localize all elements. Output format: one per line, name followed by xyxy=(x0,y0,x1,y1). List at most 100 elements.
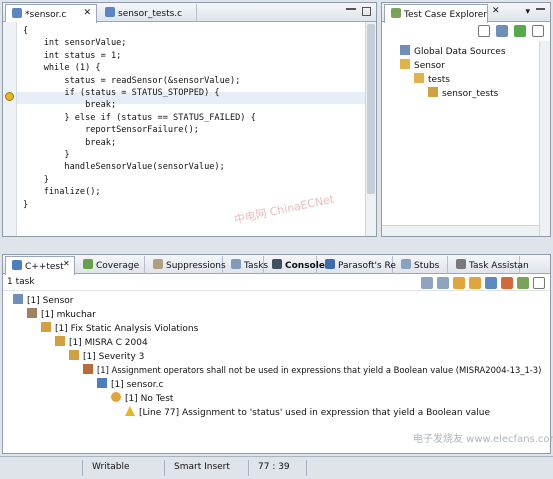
code-line[interactable]: status = readSensor(&sensorValue); xyxy=(23,75,240,87)
task-tree-label: [1] Sensor xyxy=(27,296,74,306)
code-line[interactable]: } xyxy=(23,174,49,186)
tab-sensor-tests-c[interactable]: sensor_tests.c xyxy=(99,4,197,22)
minimize-icon[interactable] xyxy=(536,7,545,10)
code-line[interactable]: reportSensorFailure(); xyxy=(23,124,199,136)
explorer-tree-label: tests xyxy=(428,75,450,85)
collapse-all-icon[interactable] xyxy=(478,25,490,37)
task-count: 1 task xyxy=(7,277,35,287)
task-tree-item[interactable]: [1] Assignment operators shall not be us… xyxy=(83,364,541,377)
divider xyxy=(306,460,307,476)
next-icon[interactable] xyxy=(421,277,433,289)
minimize-icon[interactable] xyxy=(346,7,356,10)
code-line[interactable]: { xyxy=(23,25,28,37)
explorer-tree-item[interactable]: sensor_tests xyxy=(428,87,498,100)
task-tree-item[interactable]: [Line 77] Assignment to 'status' used in… xyxy=(125,406,490,419)
previous-icon[interactable] xyxy=(437,277,449,289)
test-suite-icon xyxy=(428,87,438,97)
code-line[interactable]: break; xyxy=(23,99,116,111)
explorer-tree-label: Sensor xyxy=(414,61,445,71)
tab-task-assistan[interactable]: Task Assistan xyxy=(450,256,529,274)
tab-label: Task Assistan xyxy=(469,261,529,271)
editor-vertical-scrollbar[interactable] xyxy=(365,22,376,236)
tab-tasks[interactable]: Tasks xyxy=(225,256,268,274)
editor-gutter xyxy=(3,22,17,236)
explorer-tree-item[interactable]: tests xyxy=(414,73,450,86)
run-icon[interactable] xyxy=(514,25,526,37)
close-icon[interactable]: ✕ xyxy=(492,6,500,16)
task-tree-item[interactable]: [1] Sensor xyxy=(13,294,73,307)
code-line[interactable]: handleSensorValue(sensorValue); xyxy=(23,161,224,173)
bottom-tabbar: C++test Coverage Suppressions Tasks Console P… xyxy=(3,255,550,275)
code-line[interactable]: int status = 1; xyxy=(23,50,122,62)
folder-icon xyxy=(55,336,65,346)
refresh-icon[interactable] xyxy=(501,277,513,289)
console-icon xyxy=(272,259,282,269)
global-data-icon xyxy=(400,45,410,55)
folder-icon xyxy=(41,322,51,332)
explorer-vertical-scrollbar[interactable] xyxy=(539,41,550,236)
task-tree-item[interactable]: [1] sensor.c xyxy=(97,378,163,391)
code-line[interactable]: while (1) { xyxy=(23,62,101,74)
settings-icon[interactable] xyxy=(517,277,529,289)
view-menu-icon[interactable] xyxy=(533,277,545,289)
bottom-toolbar: 1 task xyxy=(3,274,550,291)
code-line[interactable]: } else if (status == STATUS_FAILED) { xyxy=(23,112,255,124)
user-icon xyxy=(27,308,37,318)
tab-label: *sensor.c xyxy=(25,10,67,20)
close-icon[interactable]: ✕ xyxy=(63,259,70,268)
tasks-icon xyxy=(231,259,241,269)
tab-test-case-explorer[interactable]: Test Case Explorer xyxy=(384,4,488,23)
code-line[interactable]: if (status = STATUS_STOPPED) { xyxy=(23,87,219,99)
tab-suppressions[interactable]: Suppressions xyxy=(147,256,226,274)
bottom-pane: C++test Coverage Suppressions Tasks Console P… xyxy=(2,254,553,454)
close-icon[interactable]: ✕ xyxy=(83,8,91,18)
folder-icon xyxy=(400,59,410,69)
explorer-tree-item[interactable]: Sensor xyxy=(400,59,445,72)
warning-marker-icon[interactable] xyxy=(5,92,14,101)
filter-icon[interactable] xyxy=(496,25,508,37)
code-line[interactable]: int sensorValue; xyxy=(23,37,127,49)
task-tree-label: [1] mkuchar xyxy=(41,310,96,320)
explorer-tree-label: Global Data Sources xyxy=(414,47,506,57)
task-tree-label: [1] MISRA C 2004 xyxy=(69,338,148,348)
explorer-tree-item[interactable]: Global Data Sources xyxy=(400,45,506,58)
filter-icon[interactable] xyxy=(485,277,497,289)
task-tree-item[interactable]: [1] No Test xyxy=(111,392,173,405)
tab-parasoft-s-re[interactable]: Parasoft's Re xyxy=(319,256,396,274)
task-tree-label: [1] Fix Static Analysis Violations xyxy=(55,324,199,334)
code-line[interactable]: break; xyxy=(23,137,116,149)
editor-tabbar: *sensor.c ✕ sensor_tests.c xyxy=(3,3,376,23)
tab-console[interactable]: Console xyxy=(266,256,325,274)
tab-stubs[interactable]: Stubs xyxy=(395,256,448,274)
task-tree-item[interactable]: [1] Severity 3 xyxy=(69,350,144,363)
status-bar: Writable Smart Insert 77 : 39 xyxy=(0,456,553,479)
watermark-bottom: 电子发烧友 www.elecfans.com xyxy=(413,434,553,445)
tab-label: Test Case Explorer xyxy=(404,10,487,20)
scroll-thumb[interactable] xyxy=(367,24,375,194)
task-tree-item[interactable]: [1] mkuchar xyxy=(27,308,96,321)
code-line[interactable]: finalize(); xyxy=(23,186,101,198)
explorer-toolbar xyxy=(382,22,550,40)
insert-mode-status: Smart Insert xyxy=(174,462,230,472)
no-test-icon xyxy=(111,392,121,402)
explorer-tree: Global Data Sources Sensor tests sensor_tes… xyxy=(382,41,539,225)
tab-coverage[interactable]: Coverage xyxy=(77,256,145,274)
c-file-icon xyxy=(12,8,22,18)
code-line[interactable]: } xyxy=(23,149,69,161)
rule-icon xyxy=(83,364,93,374)
task-tree-item[interactable]: [1] MISRA C 2004 xyxy=(55,336,148,349)
menu-icon[interactable]: ▾ xyxy=(525,7,530,17)
task-tree-item[interactable]: [1] Fix Static Analysis Violations xyxy=(41,322,198,335)
expand-icon[interactable] xyxy=(453,277,465,289)
maximize-icon[interactable] xyxy=(362,7,371,16)
tab-label: Tasks xyxy=(244,261,269,271)
explorer-horizontal-scrollbar[interactable] xyxy=(382,225,539,236)
divider xyxy=(164,460,165,476)
collapse-icon[interactable] xyxy=(469,277,481,289)
tab-sensor-c[interactable]: *sensor.c ✕ xyxy=(5,4,97,23)
view-menu-icon[interactable] xyxy=(532,25,544,37)
task-tree: [1] Sensor [1] mkuchar [1] Fix Static Anal… xyxy=(3,292,550,453)
code-line[interactable]: } xyxy=(23,199,28,211)
divider xyxy=(82,460,83,476)
task-tree-label: [1] Assignment operators shall not be us… xyxy=(97,365,542,375)
